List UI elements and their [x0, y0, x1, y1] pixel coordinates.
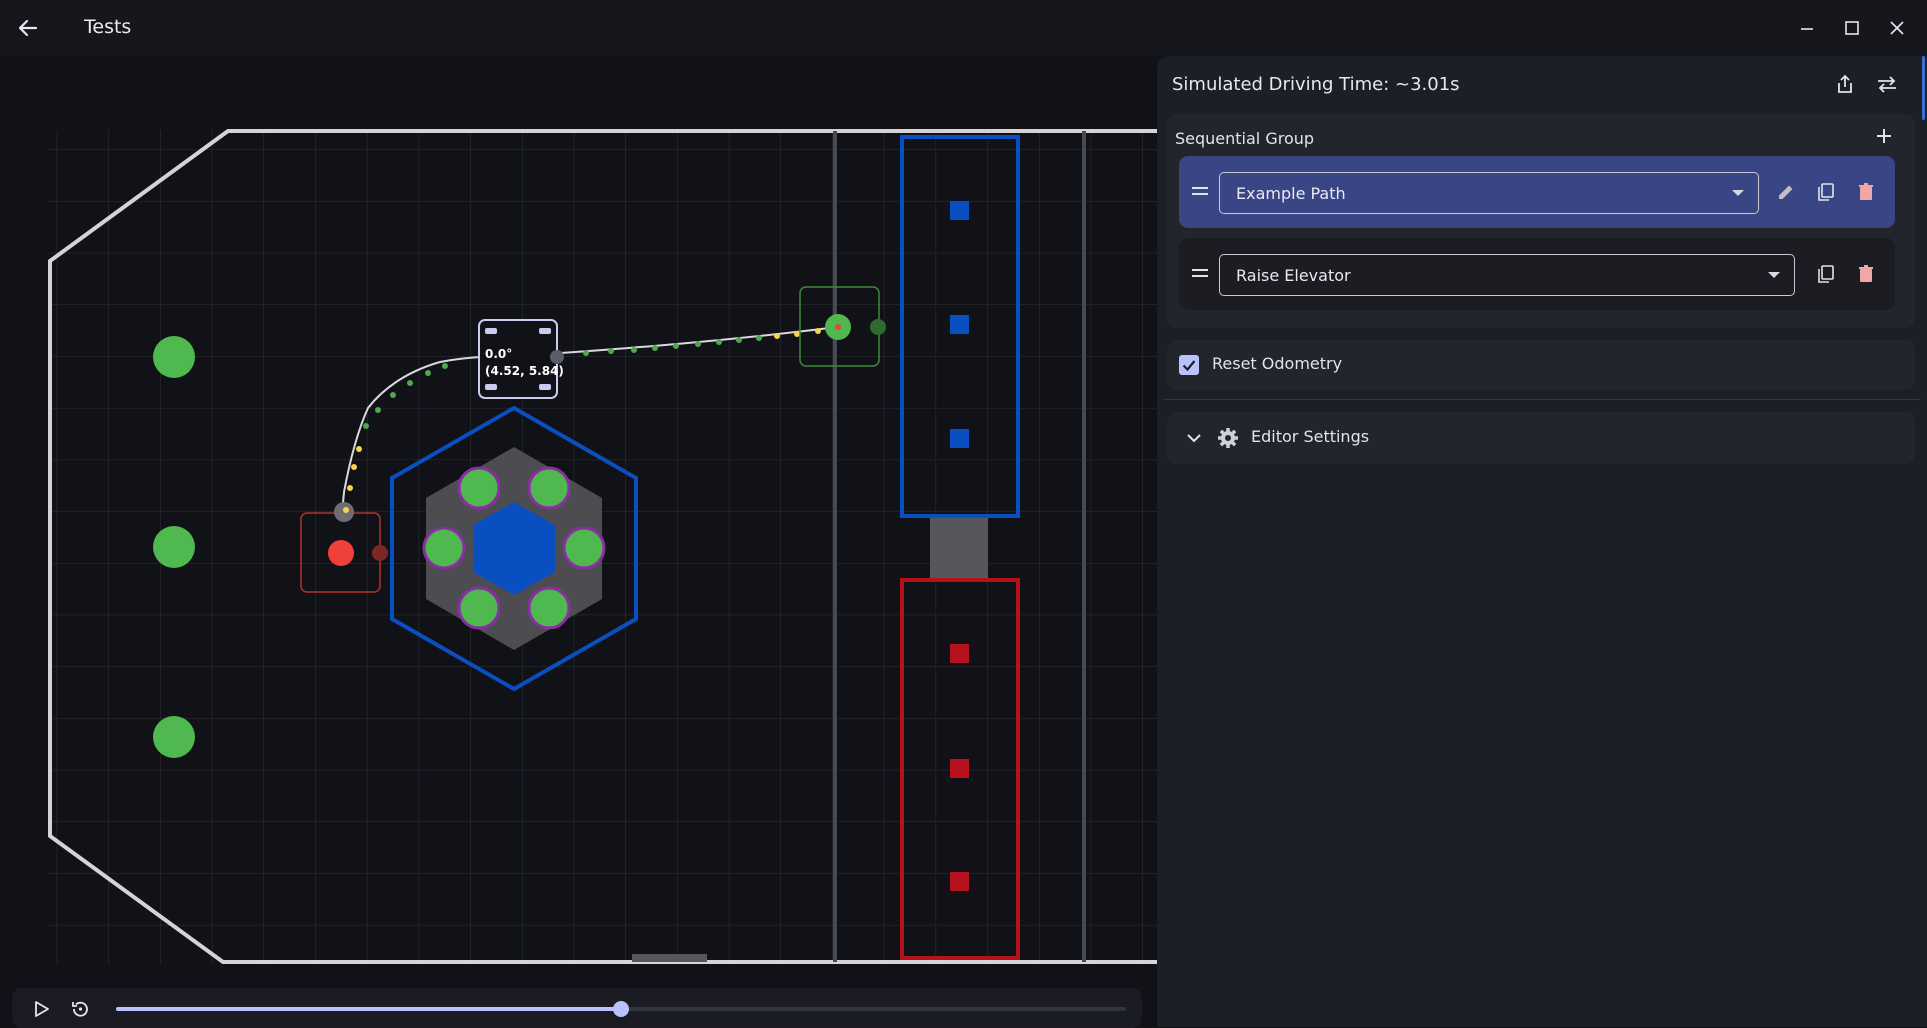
end-pose-center: [835, 324, 841, 330]
field-drawing: 0.0° (4.52, 5.84): [47, 129, 1157, 965]
replay-button[interactable]: [69, 998, 91, 1020]
minimize-icon: [1801, 28, 1813, 30]
path-select-value: Example Path: [1236, 184, 1346, 203]
robot-wheel: [485, 328, 497, 334]
edit-path-button[interactable]: [1772, 178, 1800, 206]
simulated-time-label: Simulated Driving Time: ~3.01s: [1172, 74, 1460, 95]
delete-command-button[interactable]: [1852, 260, 1880, 288]
close-button[interactable]: [1883, 14, 1911, 42]
start-heading-handle[interactable]: [372, 545, 388, 561]
field-divider-line: [833, 131, 837, 962]
robot-wheel: [485, 384, 497, 390]
blue-cage: [950, 315, 969, 334]
panel-scrollbar[interactable]: [1922, 56, 1925, 120]
blue-cage: [950, 201, 969, 220]
blue-cage: [950, 429, 969, 448]
maximize-button[interactable]: [1838, 14, 1866, 42]
field-canvas[interactable]: 0.0° (4.52, 5.84): [0, 56, 1157, 979]
title-bar: Tests: [0, 0, 1927, 56]
robot-position-label: (4.52, 5.84): [485, 364, 564, 378]
chevron-down-icon: [1187, 434, 1201, 443]
robot-rotation-label: 0.0°: [485, 347, 512, 361]
playback-slider[interactable]: [116, 1001, 1126, 1017]
share-icon: [1838, 74, 1852, 93]
maximize-icon: [1845, 21, 1859, 35]
drag-handle-icon[interactable]: [1191, 264, 1209, 282]
rotation-target-dot: [343, 507, 349, 513]
replay-icon: [72, 1001, 88, 1017]
trash-icon: [1859, 265, 1873, 282]
red-cage: [950, 644, 969, 663]
play-button[interactable]: [30, 998, 52, 1020]
command-row-named[interactable]: Raise Elevator: [1179, 238, 1895, 310]
window-title: Tests: [84, 16, 132, 38]
field-divider-line: [1082, 131, 1086, 962]
playback-bar: [12, 988, 1142, 1028]
drag-handle-icon[interactable]: [1191, 182, 1209, 200]
red-cage: [950, 872, 969, 891]
panel-divider: [1163, 399, 1921, 400]
editor-settings-label: Editor Settings: [1251, 427, 1370, 446]
dropdown-arrow-icon: [1732, 190, 1744, 196]
copy-icon: [1818, 265, 1834, 283]
named-command-select[interactable]: Raise Elevator: [1219, 254, 1795, 296]
share-button[interactable]: [1831, 70, 1859, 98]
start-pose-marker[interactable]: [328, 540, 354, 566]
pencil-icon: [1779, 185, 1793, 199]
check-icon: [1182, 360, 1196, 372]
trash-icon: [1859, 183, 1873, 200]
copy-icon: [1818, 183, 1834, 201]
arrow-left-icon: [18, 19, 38, 37]
swap-button[interactable]: [1873, 70, 1901, 98]
red-cage: [950, 759, 969, 778]
algae-marker: [153, 716, 195, 758]
playback-progress: [116, 1007, 621, 1011]
algae-marker: [153, 336, 195, 378]
delete-path-button[interactable]: [1852, 178, 1880, 206]
named-command-value: Raise Elevator: [1236, 266, 1351, 285]
editor-settings-expander[interactable]: Editor Settings: [1167, 412, 1915, 464]
path-select[interactable]: Example Path: [1219, 172, 1759, 214]
add-command-button[interactable]: [1870, 122, 1898, 150]
gear-icon: [1218, 428, 1238, 448]
plus-icon: [1877, 129, 1891, 143]
barge-connector: [930, 518, 988, 580]
duplicate-command-button[interactable]: [1812, 260, 1840, 288]
algae-marker: [153, 526, 195, 568]
dropdown-arrow-icon: [1768, 272, 1780, 278]
minimize-button[interactable]: [1793, 14, 1821, 42]
field-marker: [632, 954, 707, 962]
selected-waypoint-handle[interactable]: [550, 350, 564, 364]
reset-odometry-checkbox[interactable]: [1179, 355, 1199, 375]
reset-odometry-row[interactable]: Reset Odometry: [1167, 340, 1915, 390]
playback-thumb[interactable]: [613, 1001, 629, 1017]
robot-wheel: [539, 384, 551, 390]
duplicate-path-button[interactable]: [1812, 178, 1840, 206]
back-button[interactable]: [14, 14, 42, 42]
close-icon: [1890, 21, 1904, 35]
command-row-path[interactable]: Example Path: [1179, 156, 1895, 228]
robot-wheel: [539, 328, 551, 334]
end-heading-handle[interactable]: [870, 319, 886, 335]
sequential-group: Sequential Group Example Path Raise Elev…: [1167, 114, 1915, 328]
play-icon: [35, 1001, 49, 1017]
group-label: Sequential Group: [1175, 129, 1315, 148]
reset-odometry-label: Reset Odometry: [1212, 354, 1343, 373]
command-panel: Simulated Driving Time: ~3.01s Sequentia…: [1157, 56, 1927, 1027]
swap-icon: [1878, 76, 1896, 93]
